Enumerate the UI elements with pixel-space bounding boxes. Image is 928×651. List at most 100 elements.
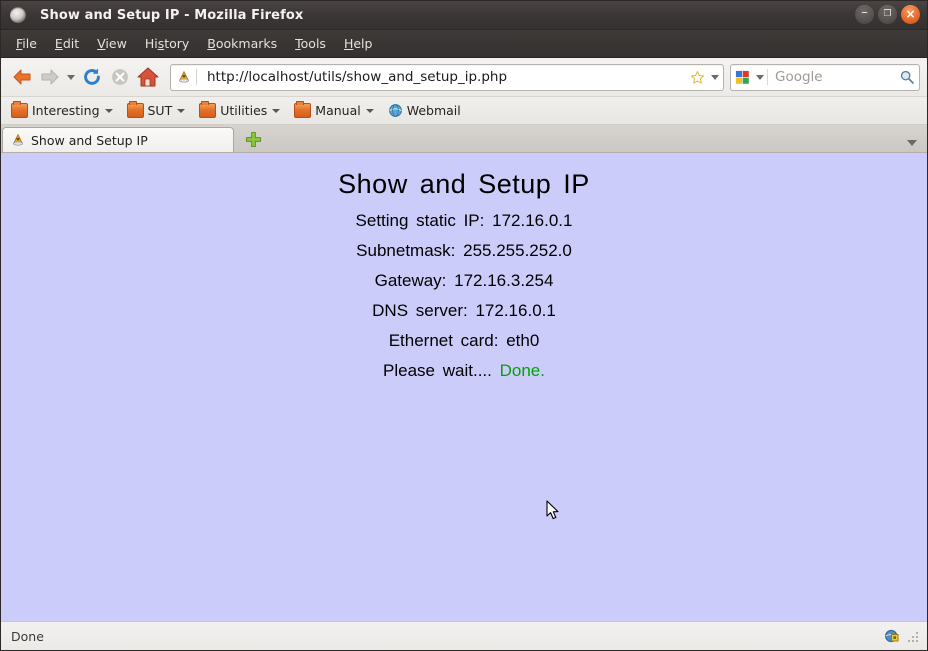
line-value: 255.255.252.0 xyxy=(463,241,572,260)
menu-history[interactable]: History xyxy=(136,33,198,54)
folder-icon xyxy=(199,101,217,118)
window-controls: – ❐ × xyxy=(855,5,920,24)
reload-icon xyxy=(84,68,100,85)
line-value: eth0 xyxy=(506,331,540,350)
back-arrow-icon xyxy=(13,69,31,85)
line-label: Gateway: xyxy=(374,271,447,290)
line-ethernet-card: Ethernet card: eth0 xyxy=(1,326,927,356)
new-tab-button[interactable] xyxy=(240,127,266,152)
forward-button[interactable] xyxy=(36,63,64,91)
menu-help-label: elp xyxy=(353,36,373,51)
bookmark-sut[interactable]: SUT xyxy=(125,101,192,120)
folder-icon xyxy=(11,101,28,118)
tab-label: Show and Setup IP xyxy=(31,132,148,148)
navigation-toolbar: http://localhost/utils/show_and_setup_ip… xyxy=(1,58,927,97)
menu-tools[interactable]: Tools xyxy=(286,33,335,54)
folder-icon xyxy=(294,101,312,118)
menu-edit[interactable]: Edit xyxy=(46,33,88,54)
status-text: Done xyxy=(11,628,44,644)
url-dropdown-button[interactable] xyxy=(707,74,723,80)
line-label: DNS server: xyxy=(372,301,468,320)
tab-show-and-setup-ip[interactable]: Show and Setup IP xyxy=(2,127,234,152)
line-value: 172.16.0.1 xyxy=(492,211,573,230)
search-bar[interactable]: Google xyxy=(730,63,920,91)
bookmark-star-button[interactable] xyxy=(687,70,707,85)
line-value: 172.16.0.1 xyxy=(475,301,556,320)
history-dropdown-button[interactable] xyxy=(64,74,78,80)
search-button[interactable] xyxy=(895,69,919,85)
line-label: Ethernet card: xyxy=(388,331,499,350)
search-input[interactable]: Google xyxy=(768,69,895,85)
bookmark-label: Utilities xyxy=(220,103,268,118)
site-favicon xyxy=(12,133,24,146)
plus-icon xyxy=(245,131,261,148)
firefox-window-icon xyxy=(10,7,26,23)
close-button[interactable]: × xyxy=(901,5,920,24)
wait-text: Please wait.... xyxy=(383,361,492,380)
line-status: Please wait.... Done. xyxy=(1,356,927,386)
menu-history-label: tory xyxy=(164,36,190,51)
url-bar[interactable]: http://localhost/utils/show_and_setup_ip… xyxy=(170,63,724,91)
chevron-down-icon xyxy=(104,108,113,113)
home-icon xyxy=(137,67,159,87)
stop-button[interactable] xyxy=(106,63,134,91)
line-label: Setting static IP: xyxy=(355,211,485,230)
url-input[interactable]: http://localhost/utils/show_and_setup_ip… xyxy=(201,69,687,85)
forward-arrow-icon xyxy=(41,69,59,85)
maximize-icon: ❐ xyxy=(883,9,892,19)
chevron-down-icon xyxy=(756,74,764,80)
page-content: Show and Setup IP Setting static IP: 172… xyxy=(1,153,927,621)
bookmark-label: Interesting xyxy=(32,103,100,118)
line-dns-server: DNS server: 172.16.0.1 xyxy=(1,296,927,326)
globe-lock-icon xyxy=(885,629,899,643)
title-bar: Show and Setup IP - Mozilla Firefox – ❐ … xyxy=(1,1,927,30)
menu-view[interactable]: View xyxy=(88,33,136,54)
tab-strip: Show and Setup IP xyxy=(1,125,927,153)
line-label: Subnetmask: xyxy=(356,241,456,260)
line-setting-static-ip: Setting static IP: 172.16.0.1 xyxy=(1,206,927,236)
window-title: Show and Setup IP - Mozilla Firefox xyxy=(40,7,304,23)
maximize-button[interactable]: ❐ xyxy=(878,5,897,24)
search-icon xyxy=(900,70,914,84)
bookmark-webmail[interactable]: Webmail xyxy=(386,101,467,120)
status-bar: Done xyxy=(1,621,927,650)
reload-button[interactable] xyxy=(78,63,106,91)
security-status-button[interactable] xyxy=(881,628,903,644)
search-engine-dropdown[interactable] xyxy=(753,69,768,85)
google-icon[interactable] xyxy=(731,70,753,85)
tab-list-button[interactable] xyxy=(907,140,917,146)
menu-bookmarks[interactable]: Bookmarks xyxy=(198,33,286,54)
bookmark-label: Manual xyxy=(315,103,361,118)
site-favicon xyxy=(175,69,197,85)
menu-bookmarks-label: ookmarks xyxy=(215,36,278,51)
line-value: 172.16.3.254 xyxy=(454,271,554,290)
star-icon xyxy=(690,70,704,84)
page-body: Show and Setup IP Setting static IP: 172… xyxy=(1,153,927,386)
close-icon: × xyxy=(905,7,916,21)
globe-icon xyxy=(388,104,402,117)
folder-icon xyxy=(126,101,144,118)
line-subnetmask: Subnetmask: 255.255.252.0 xyxy=(1,236,927,266)
done-status-text: Done. xyxy=(499,361,545,380)
home-button[interactable] xyxy=(134,63,162,91)
bookmark-utilities[interactable]: Utilities xyxy=(197,101,286,120)
line-gateway: Gateway: 172.16.3.254 xyxy=(1,266,927,296)
bookmarks-bar: Interesting SUT Utilities Manual Webmail xyxy=(1,97,927,125)
bookmark-interesting[interactable]: Interesting xyxy=(9,101,119,120)
browser-window: Show and Setup IP - Mozilla Firefox – ❐ … xyxy=(0,0,928,651)
bookmark-manual[interactable]: Manual xyxy=(292,101,379,120)
stop-icon xyxy=(112,69,128,85)
menu-help[interactable]: Help xyxy=(335,33,382,54)
menu-edit-label: dit xyxy=(62,36,80,51)
chevron-down-icon xyxy=(711,74,719,80)
menu-file[interactable]: File xyxy=(7,33,46,54)
back-button[interactable] xyxy=(8,63,36,91)
mouse-pointer-icon xyxy=(546,500,559,520)
chevron-down-icon xyxy=(365,108,374,113)
chevron-down-icon xyxy=(67,74,75,80)
bookmark-label: SUT xyxy=(147,103,173,118)
minimize-button[interactable]: – xyxy=(855,5,874,24)
menu-file-label: ile xyxy=(22,36,37,51)
menu-tools-label: ools xyxy=(300,36,326,51)
resize-grip-icon[interactable] xyxy=(907,629,921,643)
